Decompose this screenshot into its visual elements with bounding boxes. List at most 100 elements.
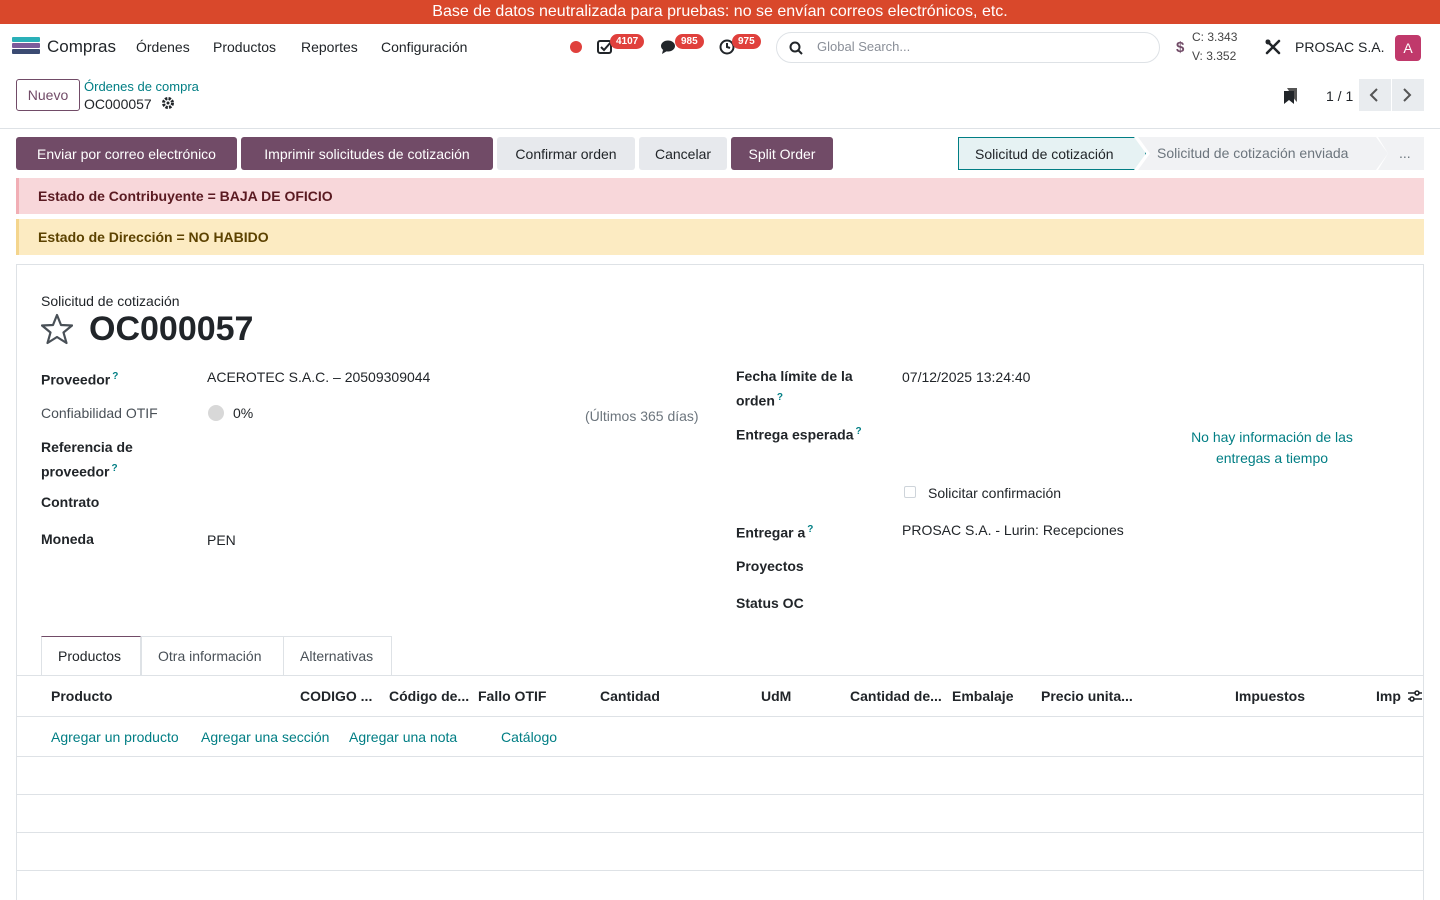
user-avatar[interactable]: A [1395,35,1421,61]
order-deadline-label: Fecha límite de la orden? [736,366,853,412]
sell-rate: V: 3.352 [1192,49,1237,63]
tabs-divider [17,675,1423,676]
menu-productos[interactable]: Productos [213,39,276,55]
main-navbar: Compras Órdenes Productos Reportes Confi… [0,24,1440,70]
address-status-alert: Estado de Dirección = NO HABIDO [16,219,1424,255]
activities-count-badge: 4107 [610,34,645,49]
table-row-divider [17,794,1423,795]
add-product-link[interactable]: Agregar un producto [51,729,179,745]
tab-otra-informacion[interactable]: Otra información [141,636,284,675]
star-icon[interactable] [40,313,74,348]
vendor-help-mark[interactable]: ? [112,371,118,382]
projects-label: Proyectos [736,558,804,574]
column-header-codigo-de[interactable]: Código de... [389,688,469,704]
confirm-order-button[interactable]: Confirmar orden [497,137,635,170]
vendor-ref-label-line1: Referencia de [41,439,133,455]
add-note-link[interactable]: Agregar una nota [349,729,457,745]
breadcrumb-current: OC000057 [84,96,152,112]
deliver-to-help-mark[interactable]: ? [807,524,813,535]
print-rfq-button[interactable]: Imprimir solicitudes de cotización [241,137,493,170]
contract-input[interactable] [207,492,707,512]
table-row-divider [17,832,1423,833]
expected-delivery-help-mark[interactable]: ? [856,426,862,437]
vendor-ref-label: Referencia de proveedor? [41,437,133,483]
taxpayer-status-alert: Estado de Contribuyente = BAJA DE OFICIO [16,178,1424,214]
catalog-link[interactable]: Catálogo [501,729,557,745]
deliver-to-label: Entregar a? [736,519,813,544]
otif-value: 0% [233,405,254,421]
order-deadline-label-line2: orden [736,392,775,409]
send-email-button[interactable]: Enviar por correo electrónico [16,137,237,170]
add-section-link[interactable]: Agregar una sección [201,729,329,745]
column-header-udm[interactable]: UdM [761,688,791,704]
column-header-cantidad[interactable]: Cantidad [600,688,660,704]
gear-icon[interactable] [161,96,175,113]
column-header-embalaje[interactable]: Embalaje [952,688,1013,704]
on-time-delivery-info-line1: No hay información de las [1191,429,1353,445]
on-time-delivery-info[interactable]: No hay información de las entregas a tie… [1177,427,1367,469]
currency-label: Moneda [41,531,94,547]
tab-alternativas[interactable]: Alternativas [283,636,392,675]
form-sheet: Solicitud de cotización OC000057 Proveed… [16,264,1424,900]
menu-ordenes[interactable]: Órdenes [136,39,190,55]
document-name: OC000057 [89,310,254,348]
projects-input[interactable] [902,556,1382,576]
expected-delivery-label-text: Entrega esperada [736,426,854,443]
pager-value[interactable]: 1 / 1 [1326,88,1353,104]
column-header-producto[interactable]: Producto [51,688,112,704]
vendor-field[interactable]: ACEROTEC S.A.C. – 20509309044 [207,369,430,385]
app-name[interactable]: Compras [47,37,116,57]
column-header-fallo-otif[interactable]: Fallo OTIF [478,688,546,704]
on-time-delivery-info-line2: entregas a tiempo [1215,450,1329,466]
chevron-left-icon [1369,88,1378,102]
global-search[interactable] [776,32,1160,63]
menu-configuracion[interactable]: Configuración [381,39,467,55]
deliver-to-label-text: Entregar a [736,524,806,541]
status-rfq-sent[interactable]: Solicitud de cotización enviada [1138,137,1388,170]
column-header-cantidad-de[interactable]: Cantidad de... [850,688,942,704]
vendor-ref-label-line2: proveedor [41,463,110,480]
table-row-divider [17,716,1423,717]
recording-indicator-icon[interactable] [570,41,582,53]
vendor-ref-help-mark[interactable]: ? [111,463,117,474]
status-oc-label: Status OC [736,595,804,611]
order-deadline-field[interactable]: 07/12/2025 13:24:40 [902,369,1030,385]
order-deadline-help-mark[interactable]: ? [777,392,783,403]
column-header-codigo[interactable]: CODIGO ... [300,688,372,704]
column-settings-icon[interactable] [1407,689,1423,706]
global-search-input[interactable] [817,39,1137,54]
deliver-to-field[interactable]: PROSAC S.A. - Lurin: Recepciones [902,522,1124,538]
currency-rate-icon[interactable]: $ [1176,39,1184,56]
buy-rate: C: 3.343 [1192,30,1238,44]
tab-productos[interactable]: Productos [41,636,141,675]
column-header-impuestos[interactable]: Impuestos [1235,688,1305,704]
column-header-precio-unitario[interactable]: Precio unita... [1041,688,1133,704]
status-oc-input[interactable] [902,593,1382,613]
status-rfq-active[interactable]: Solicitud de cotización [958,137,1146,170]
tools-icon[interactable] [1264,38,1282,59]
pager-previous-button[interactable] [1359,79,1391,111]
messages-count-badge: 985 [675,34,704,49]
expected-delivery-input[interactable] [902,423,1162,443]
column-header-importe[interactable]: Imp [1376,688,1401,704]
search-icon [789,41,803,58]
timers-count-badge: 975 [732,34,761,49]
purchase-app-icon[interactable] [12,37,40,57]
menu-reportes[interactable]: Reportes [301,39,358,55]
new-button[interactable]: Nuevo [16,79,80,111]
breadcrumb-parent-link[interactable]: Órdenes de compra [84,79,199,94]
document-type-label: Solicitud de cotización [41,293,180,309]
vendor-label-text: Proveedor [41,371,111,388]
contract-label: Contrato [41,494,100,510]
company-switcher[interactable]: PROSAC S.A. [1295,39,1384,55]
table-row-divider [17,870,1423,871]
ask-confirmation-checkbox[interactable] [904,486,916,498]
bookmark-icon[interactable] [1283,87,1299,108]
ask-confirmation-label[interactable]: Solicitar confirmación [928,485,1061,501]
split-order-button[interactable]: Split Order [731,137,833,170]
currency-field[interactable]: PEN [207,532,236,548]
pager-next-button[interactable] [1392,79,1424,111]
vendor-ref-input[interactable] [207,441,707,461]
cancel-button[interactable]: Cancelar [639,137,727,170]
otif-period-hint: (Últimos 365 días) [585,408,699,424]
